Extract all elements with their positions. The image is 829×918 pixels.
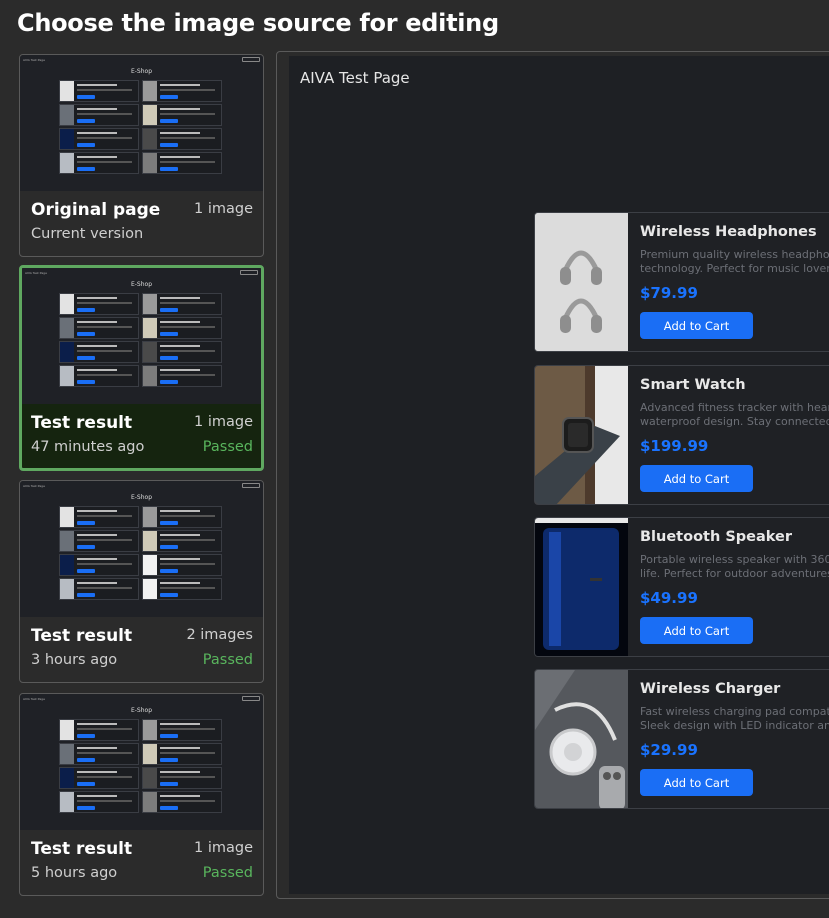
product-description: Premium quality wireless headphones with… [640, 248, 829, 275]
source-subtitle: Current version [31, 226, 144, 242]
preview-page: AIVA Test Page Wireless Headphones Premi… [289, 56, 829, 894]
source-thumbnail: AIVA Test Page E-Shop [20, 55, 263, 191]
add-to-cart-button[interactable]: Add to Cart [640, 465, 753, 492]
add-to-cart-button[interactable]: Add to Cart [640, 617, 753, 644]
product-price: $79.99 [640, 284, 698, 302]
product-description: Advanced fitness tracker with heart rate… [640, 401, 829, 428]
thumb-button [240, 270, 258, 275]
status-badge: Passed [202, 439, 253, 455]
source-title: Original page [31, 200, 161, 220]
page-heading: Choose the image source for editing [17, 9, 499, 37]
product-card: Bluetooth Speaker Portable wireless spea… [534, 517, 829, 657]
source-title: Test result [31, 626, 133, 646]
thumb-page-label: AIVA Test Page [23, 484, 45, 488]
thumb-page-label: AIVA Test Page [23, 58, 45, 62]
thumb-button [242, 57, 260, 62]
source-card-test-result-2[interactable]: AIVA Test Page E-Shop Test result 2 imag… [19, 480, 264, 683]
product-name: Bluetooth Speaker [640, 529, 793, 545]
preview-page-title: AIVA Test Page [300, 69, 410, 87]
product-name: Wireless Headphones [640, 224, 817, 240]
source-title: Test result [31, 413, 133, 433]
source-card-original[interactable]: AIVA Test Page E-Shop Original page 1 im… [19, 54, 264, 257]
thumb-shop-title: E-Shop [130, 68, 153, 75]
source-card-test-result-3[interactable]: AIVA Test Page E-Shop Test result 1 imag… [19, 693, 264, 896]
source-timestamp: 47 minutes ago [31, 439, 145, 455]
thumb-button [242, 696, 260, 701]
add-to-cart-button[interactable]: Add to Cart [640, 312, 753, 339]
source-timestamp: 5 hours ago [31, 865, 118, 881]
source-thumbnail: AIVA Test Page E-Shop [22, 268, 261, 404]
status-badge: Passed [202, 652, 253, 668]
source-thumbnail: AIVA Test Page E-Shop [20, 694, 263, 830]
product-price: $49.99 [640, 589, 698, 607]
thumb-page-label: AIVA Test Page [25, 271, 47, 275]
image-count: 1 image [194, 201, 253, 217]
thumb-shop-title: E-Shop [130, 707, 153, 714]
preview-panel: AIVA Test Page Wireless Headphones Premi… [276, 51, 829, 899]
source-card-test-result-1[interactable]: AIVA Test Page E-Shop Test result 1 imag… [19, 265, 264, 471]
thumb-shop-title: E-Shop [130, 494, 153, 501]
image-count: 2 images [186, 627, 253, 643]
wireless-charger-image [535, 670, 628, 808]
product-name: Wireless Charger [640, 681, 781, 697]
product-price: $199.99 [640, 437, 709, 455]
product-card: Wireless Headphones Premium quality wire… [534, 212, 829, 352]
image-count: 1 image [194, 414, 253, 430]
source-timestamp: 3 hours ago [31, 652, 118, 668]
thumb-button [242, 483, 260, 488]
product-description: Fast wireless charging pad compatible wi… [640, 705, 829, 732]
headphones-image [535, 213, 628, 351]
product-card: Smart Watch Advanced fitness tracker wit… [534, 365, 829, 505]
product-description: Portable wireless speaker with 360-degre… [640, 553, 829, 580]
thumb-page-label: AIVA Test Page [23, 697, 45, 701]
product-card: Wireless Charger Fast wireless charging … [534, 669, 829, 809]
image-count: 1 image [194, 840, 253, 856]
bluetooth-speaker-image [535, 518, 628, 656]
source-thumbnail: AIVA Test Page E-Shop [20, 481, 263, 617]
product-name: Smart Watch [640, 377, 746, 393]
thumb-shop-title: E-Shop [130, 281, 153, 288]
add-to-cart-button[interactable]: Add to Cart [640, 769, 753, 796]
status-badge: Passed [202, 865, 253, 881]
smart-watch-image [535, 366, 628, 504]
product-price: $29.99 [640, 741, 698, 759]
source-title: Test result [31, 839, 133, 859]
